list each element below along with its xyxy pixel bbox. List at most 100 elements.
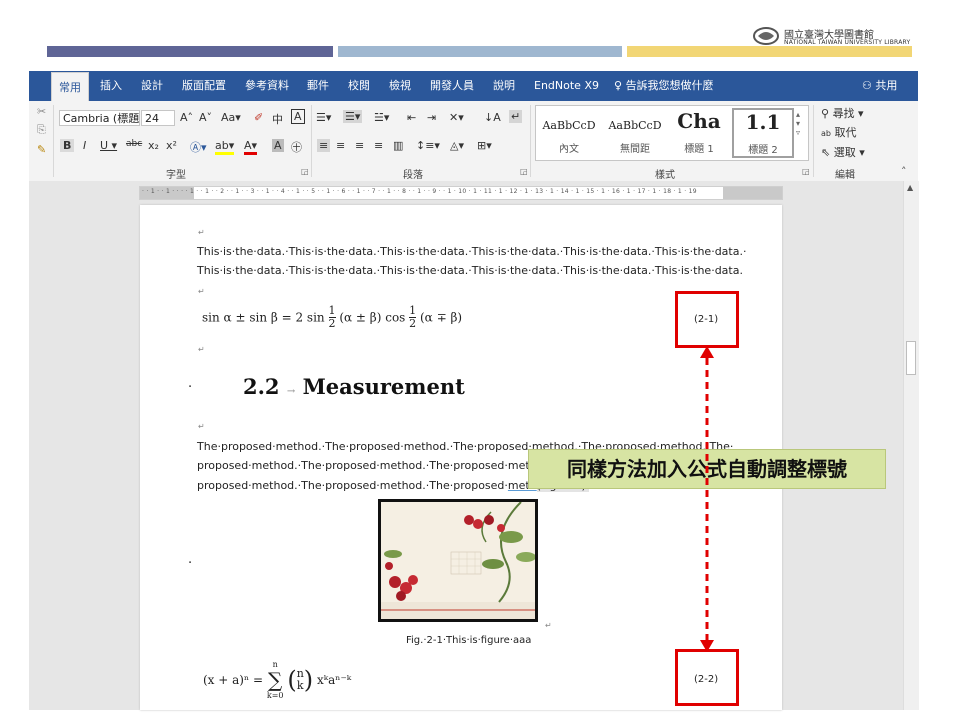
change-case-icon[interactable]: Aa▾ (221, 111, 241, 124)
text-effects-icon[interactable]: Ⓐ▾ (190, 139, 207, 155)
tab-endnote[interactable]: EndNote X9 (534, 71, 599, 101)
paragraph-dialog-launcher-icon[interactable]: ◲ (520, 167, 528, 176)
style-heading-2[interactable]: 1.1 標題 2 (732, 108, 794, 158)
right-paren-icon: ) (303, 666, 314, 694)
tab-review[interactable]: 校閱 (348, 71, 370, 101)
figure-image[interactable] (378, 499, 538, 622)
group-paragraph-label: 段落 (403, 170, 423, 181)
align-center-icon[interactable]: ≡ (336, 139, 345, 152)
grow-font-icon[interactable]: A˄ (180, 111, 193, 124)
tab-mailings[interactable]: 郵件 (307, 71, 329, 101)
asian-layout-icon[interactable]: ✕▾ (449, 111, 464, 124)
ruler-margin-right (723, 187, 782, 199)
eq1-fraction-1: 1 2 (328, 305, 336, 330)
replace-icon: ab (821, 129, 831, 138)
horizontal-ruler[interactable]: · · 1 · · 1 · · · · 1 · · 1 · · 2 · · 1 … (139, 186, 783, 200)
select-button[interactable]: ⇖ 選取 ▾ (821, 144, 865, 160)
shrink-font-icon[interactable]: A˅ (199, 111, 212, 124)
copy-icon[interactable]: ⎘ (37, 123, 46, 137)
gallery-scroll-icon[interactable]: ▴ ▾ ▿ (796, 110, 800, 137)
show-marks-icon[interactable]: ↵ (509, 110, 523, 123)
scrollbar-thumb[interactable] (906, 341, 916, 375)
font-name-select[interactable]: Cambria (標題 (59, 110, 140, 126)
equation-sum-of-sines[interactable]: sin α ± sin β = 2 sin 1 2 (α ± β) cos 1 … (202, 305, 462, 337)
eq2-binomial: (n k) (287, 666, 313, 694)
eq2-number: (2-2) (694, 674, 719, 685)
style-no-spacing[interactable]: AaBbCcD 無間距 (602, 106, 668, 160)
paragraph-mark: ↵ (198, 345, 205, 354)
multilevel-list-icon[interactable]: ☱▾ (374, 111, 389, 124)
increase-indent-icon[interactable]: ⇥ (427, 111, 436, 124)
separator (53, 105, 54, 177)
eq1-left: sin α ± sin β = 2 sin (202, 310, 325, 325)
tab-help[interactable]: 說明 (493, 71, 515, 101)
tab-insert[interactable]: 插入 (100, 71, 122, 101)
tab-view[interactable]: 檢視 (389, 71, 411, 101)
heading-title: Measurement (302, 374, 465, 399)
library-logo: 國立臺灣大學圖書館 NATIONAL TAIWAN UNIVERSITY LIB… (752, 24, 922, 52)
style-heading-1-name: 標題 1 (684, 144, 714, 155)
tab-design[interactable]: 設計 (141, 71, 163, 101)
cut-icon[interactable]: ✂ (37, 105, 46, 118)
style-normal[interactable]: AaBbCcD 內文 (536, 106, 602, 160)
eq2-rest: xᵏaⁿ⁻ᵏ (316, 673, 352, 687)
vertical-scrollbar[interactable]: ▲ (903, 181, 919, 710)
sort-icon[interactable]: ↓A (484, 111, 501, 124)
scroll-up-icon[interactable]: ▲ (907, 183, 913, 192)
subscript-icon[interactable]: x₂ (148, 139, 159, 152)
font-color-icon[interactable]: A▾ (244, 139, 258, 155)
method-line3-start: proposed·method.·The·proposed·method.·Th… (197, 479, 508, 492)
find-button[interactable]: ⚲ 尋找 ▾ (821, 105, 864, 121)
tell-me-search[interactable]: ♀ 告訴我您想做什麼 (614, 71, 714, 101)
font-size-select[interactable]: 24 (141, 110, 175, 126)
eq2-binom-bottom: k (296, 679, 304, 692)
share-button[interactable]: ⚇ 共用 (862, 71, 897, 101)
strikethrough-icon[interactable]: abc (126, 139, 142, 149)
superscript-icon[interactable]: x² (166, 139, 177, 152)
section-heading: 2.2 → Measurement (243, 374, 465, 399)
tab-developer[interactable]: 開發人員 (430, 71, 474, 101)
ruler-ticks: · · 1 · · 1 · · · · 1 · · 1 · · 2 · · 1 … (142, 188, 697, 195)
style-heading-1[interactable]: Cha 標題 1 (668, 106, 730, 160)
data-paragraph-line-1: This·is·the·data.·This·is·the·data.·This… (197, 245, 747, 258)
paragraph-mark: ↵ (198, 422, 205, 431)
align-left-icon[interactable]: ≡ (317, 139, 331, 152)
collapse-ribbon-icon[interactable]: ˄ (901, 165, 907, 178)
highlight-icon[interactable]: ab▾ (215, 139, 235, 155)
font-dialog-launcher-icon[interactable]: ◲ (301, 167, 309, 176)
shading-icon[interactable]: ◬▾ (450, 139, 464, 152)
paragraph-mark: ↵ (198, 287, 205, 296)
styles-dialog-launcher-icon[interactable]: ◲ (802, 167, 810, 176)
share-label: 共用 (875, 79, 898, 92)
phonetic-guide-icon[interactable]: 中 (272, 111, 283, 127)
distributed-icon[interactable]: ▥ (393, 139, 403, 152)
data-paragraph-line-2: This·is·the·data.·This·is·the·data.·This… (197, 264, 743, 277)
style-heading-2-name: 標題 2 (748, 145, 778, 156)
ribbon-home: ✂ ⎘ ✎ Cambria (標題 24 A˄ A˅ Aa▾ ✐ 中 A B I… (29, 101, 918, 182)
bullets-icon[interactable]: ☰▾ (316, 111, 331, 124)
char-shading-icon[interactable]: A (272, 139, 284, 152)
group-styles-label: 樣式 (655, 170, 675, 181)
bold-icon[interactable]: B (60, 139, 75, 152)
group-font-label: 字型 (166, 170, 186, 181)
justify-icon[interactable]: ≡ (374, 139, 383, 152)
equation-binomial[interactable]: (x + a)ⁿ = n ∑ k=0 (n k) xᵏaⁿ⁻ᵏ (203, 659, 351, 703)
tab-references[interactable]: 參考資料 (245, 71, 289, 101)
tab-layout[interactable]: 版面配置 (182, 71, 226, 101)
char-border-icon[interactable]: A (291, 109, 305, 124)
eq1-number: (2-1) (694, 314, 719, 325)
replace-button[interactable]: ab 取代 (821, 124, 856, 140)
format-painter-icon[interactable]: ✎ (37, 143, 46, 156)
tab-home[interactable]: 常用 (51, 72, 89, 102)
italic-icon[interactable]: I (83, 139, 86, 152)
line-spacing-icon[interactable]: ↕≡▾ (416, 139, 440, 152)
decrease-indent-icon[interactable]: ⇤ (407, 111, 416, 124)
ribbon-tab-bar: 常用 插入 設計 版面配置 參考資料 郵件 校閱 檢視 開發人員 說明 EndN… (29, 71, 918, 102)
clear-format-icon[interactable]: ✐ (254, 111, 263, 124)
numbering-icon[interactable]: ☰▾ (343, 110, 363, 123)
enclose-char-icon[interactable]: ㊉ (291, 139, 302, 155)
underline-icon[interactable]: U ▾ (100, 139, 117, 152)
align-right-icon[interactable]: ≡ (355, 139, 364, 152)
eq1-frac2-den: 2 (409, 317, 417, 330)
borders-icon[interactable]: ⊞▾ (477, 139, 492, 152)
